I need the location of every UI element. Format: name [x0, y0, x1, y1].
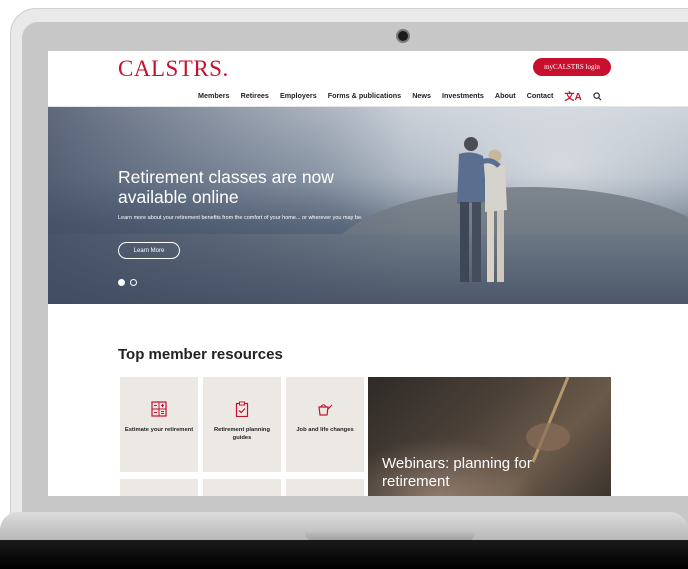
tile-estimate-retirement[interactable]: Estimate your retirement [120, 377, 198, 472]
nav-news[interactable]: News [412, 91, 431, 100]
carousel-dot-2[interactable] [130, 279, 137, 286]
calstrs-logo[interactable]: CALSTRS. [118, 56, 229, 82]
webinar-title: Webinars: planning for retirement [382, 455, 532, 490]
nav-about[interactable]: About [495, 91, 516, 100]
nav-forms-publications[interactable]: Forms & publications [328, 91, 401, 100]
tile-retirement-planning-guides[interactable]: Retirement planning guides [203, 377, 281, 472]
clipboard-check-icon [234, 401, 250, 418]
tile-label: Retirement planning guides [213, 427, 271, 441]
tile-placeholder-6[interactable] [286, 479, 364, 496]
nav-retirees[interactable]: Retirees [241, 91, 269, 100]
nav-investments[interactable]: Investments [442, 91, 484, 100]
tile-label: Estimate your retirement [124, 427, 194, 433]
tile-placeholder-4[interactable] [120, 479, 198, 496]
tile-label: Job and life changes [296, 427, 354, 433]
pen-hand-image [526, 377, 570, 463]
laptop-shadow [0, 540, 688, 569]
main-nav: Members Retirees Employers Forms & publi… [198, 88, 602, 103]
site-header: CALSTRS. myCALSTRS login Members Retiree… [48, 51, 688, 107]
mycalstrs-login-button[interactable]: myCALSTRS login [533, 58, 611, 76]
screen: CALSTRS. myCALSTRS login Members Retiree… [48, 51, 688, 496]
calculator-icon [151, 401, 167, 417]
hero-banner: Retirement classes are now available onl… [48, 107, 688, 304]
tile-job-life-changes[interactable]: Job and life changes [286, 377, 364, 472]
nav-members[interactable]: Members [198, 91, 230, 100]
top-member-resources-heading: Top member resources [118, 346, 283, 363]
hero-couple-image [457, 137, 507, 282]
watering-can-icon [317, 401, 333, 417]
nav-employers[interactable]: Employers [280, 91, 317, 100]
search-icon[interactable] [593, 91, 602, 100]
hero-title: Retirement classes are now available onl… [118, 167, 334, 207]
carousel-dots [118, 279, 137, 286]
webcam [398, 31, 408, 41]
nav-contact[interactable]: Contact [527, 91, 554, 100]
tile-placeholder-5[interactable] [203, 479, 281, 496]
translate-icon[interactable]: 文A [564, 88, 581, 103]
hero-subtitle: Learn more about your retirement benefit… [118, 215, 363, 221]
carousel-dot-1[interactable] [118, 279, 125, 286]
webinar-feature-card[interactable]: Webinars: planning for retirement [368, 377, 611, 496]
learn-more-button[interactable]: Learn More [118, 242, 180, 259]
